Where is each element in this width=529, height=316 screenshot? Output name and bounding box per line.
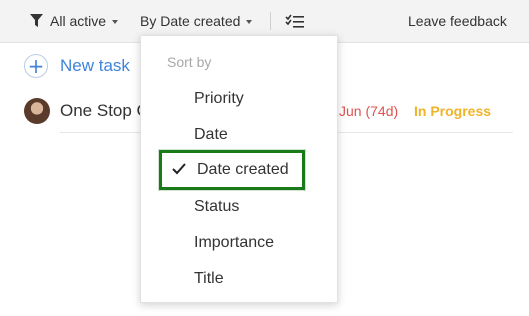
caret-down-icon <box>246 20 253 24</box>
sort-option-date-created[interactable]: Date created <box>159 150 305 190</box>
plus-icon: + <box>24 54 48 78</box>
status-badge: In Progress <box>414 103 492 119</box>
checklist-icon <box>285 14 304 28</box>
sort-option-label: Date created <box>197 161 289 178</box>
sort-option-status[interactable]: Status <box>141 191 337 223</box>
sort-option-priority[interactable]: Priority <box>141 83 337 115</box>
caret-down-icon <box>112 20 119 24</box>
sort-option-date[interactable]: Date <box>141 119 337 151</box>
sort-label: By Date created <box>140 13 241 29</box>
leave-feedback-link[interactable]: Leave feedback <box>408 0 507 42</box>
sort-by-header: Sort by <box>167 54 212 70</box>
filter-icon <box>30 14 43 27</box>
new-task-button[interactable]: + New task <box>24 54 130 78</box>
avatar <box>24 98 50 124</box>
new-task-label: New task <box>60 56 130 75</box>
toolbar-divider <box>270 12 271 30</box>
task-due-date: Jun (74d) <box>339 103 399 119</box>
task-title: One Stop G <box>60 101 150 120</box>
checkmark-icon <box>172 163 186 175</box>
sort-dropdown: Sort by Priority Date Date created Statu… <box>140 35 338 303</box>
filter-button[interactable]: All active <box>30 0 119 42</box>
sort-option-title[interactable]: Title <box>141 263 337 295</box>
sort-option-importance[interactable]: Importance <box>141 227 337 259</box>
filter-label: All active <box>50 13 107 29</box>
